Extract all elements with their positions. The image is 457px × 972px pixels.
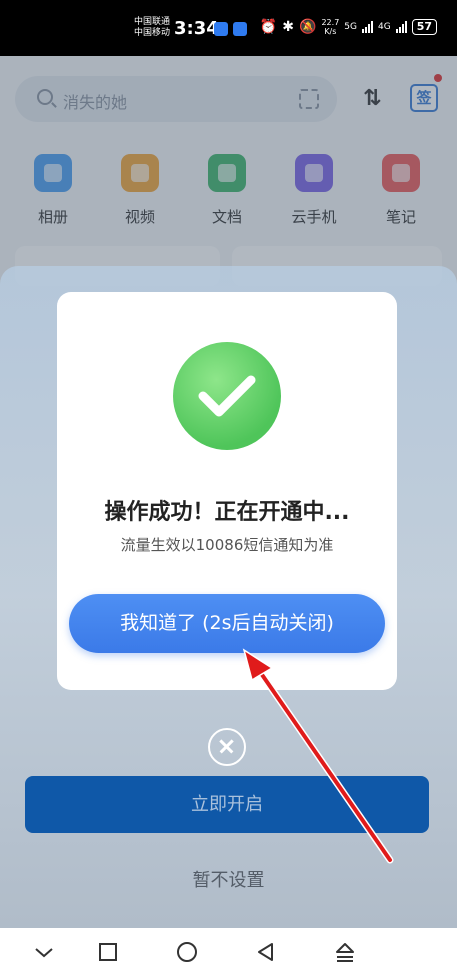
carrier-1: 中国联通	[134, 17, 171, 27]
signal-icon-1	[361, 21, 373, 33]
success-dialog: 操作成功！正在开通中... 流量生效以10086短信通知为准 我知道了 (2s后…	[57, 292, 397, 690]
got-it-button[interactable]: 我知道了 (2s后自动关闭)	[69, 594, 385, 653]
bluetooth-icon: ✱	[282, 19, 295, 35]
net-speed: 22.7 K/s	[321, 18, 340, 36]
network-4g-label: 4G	[377, 22, 391, 32]
carrier-info: 中国联通 中国移动	[134, 17, 170, 39]
skip-setup-link[interactable]: 暂不设置	[0, 866, 457, 892]
close-icon[interactable]	[208, 728, 246, 766]
status-bar: 中国联通 中国移动 3:34 ⏰ ✱ 🔕 22.7 K/s 5G 4G 57	[0, 0, 457, 56]
dialog-title: 操作成功！正在开通中...	[104, 500, 350, 525]
system-nav-bar	[0, 928, 457, 972]
success-check-icon	[173, 342, 281, 450]
clock: 3:34	[174, 18, 219, 39]
home-circle-icon[interactable]	[175, 940, 199, 964]
eject-keyboard-icon[interactable]	[333, 940, 357, 964]
status-icons: ⏰ ✱ 🔕 22.7 K/s 5G 4G 57	[260, 18, 437, 36]
chevron-down-icon[interactable]	[32, 940, 56, 964]
dialog-subtitle: 流量生效以10086短信通知为准	[120, 536, 334, 554]
back-triangle-icon[interactable]	[254, 940, 278, 964]
enable-now-button[interactable]: 立即开启	[25, 776, 429, 833]
network-5g-label: 5G	[344, 22, 357, 32]
checkmark-icon	[198, 375, 256, 417]
alarm-icon: ⏰	[259, 19, 278, 35]
message-notification-icon	[233, 22, 247, 36]
signal-icon-2	[395, 21, 407, 33]
recents-square-icon[interactable]	[96, 940, 120, 964]
battery-indicator: 57	[411, 19, 437, 35]
mute-icon: 🔕	[299, 19, 317, 35]
app-notification-icon	[214, 22, 228, 36]
carrier-2: 中国移动	[134, 28, 171, 38]
